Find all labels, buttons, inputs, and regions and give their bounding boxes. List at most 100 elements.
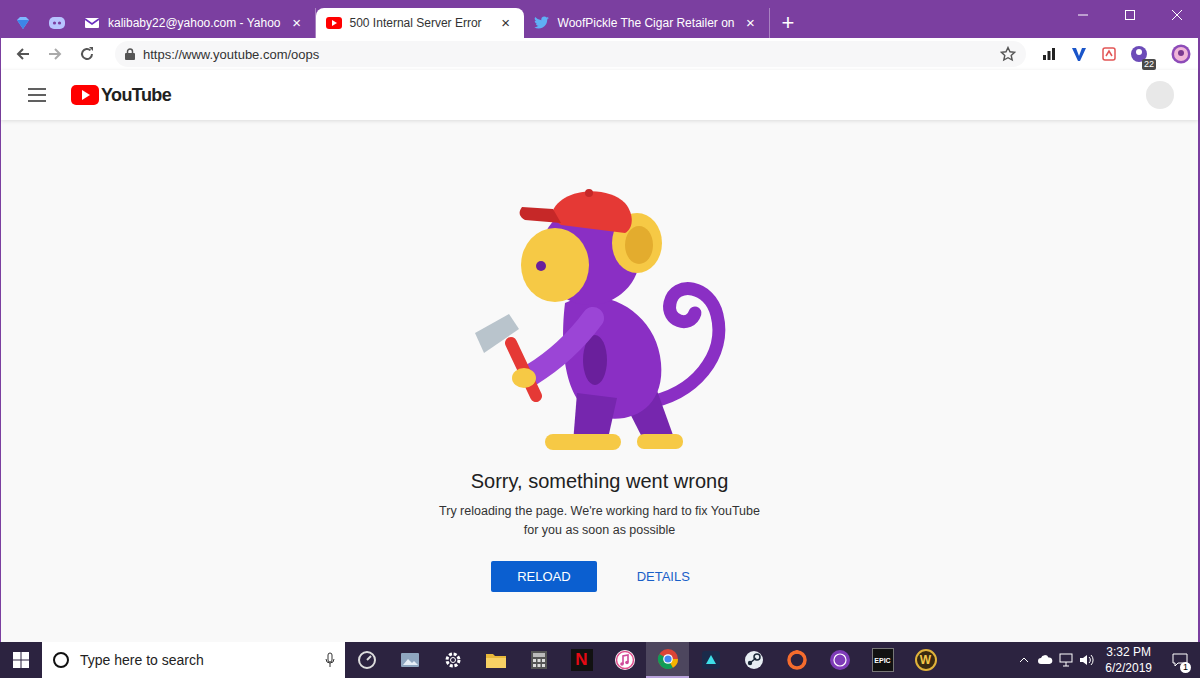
photos-app-button[interactable] [388, 642, 431, 678]
tab-title: WoofPickle The Cigar Retailer on [558, 16, 735, 30]
search-placeholder[interactable]: Type here to search [80, 652, 315, 668]
vee-icon [1071, 46, 1087, 62]
clock-time: 3:32 PM [1105, 644, 1152, 660]
error-title: Sorry, something went wrong [471, 470, 729, 493]
maximize-button[interactable] [1106, 0, 1153, 30]
launcher-icon [700, 649, 722, 671]
start-button[interactable] [0, 642, 42, 678]
tab-title: 500 Internal Server Error [350, 16, 490, 30]
explorer-icon [485, 651, 507, 669]
clock[interactable]: 3:32 PM6/2/2019 [1097, 644, 1160, 676]
browser-tab[interactable]: kalibaby22@yahoo.com - Yahoo × [74, 8, 316, 38]
extension-button[interactable]: 22 [1128, 43, 1150, 65]
pinned-tab[interactable] [40, 8, 74, 38]
tab-close-button[interactable]: × [289, 15, 305, 31]
menu-button[interactable] [23, 81, 51, 109]
onedrive-button[interactable] [1034, 642, 1055, 678]
twitter-icon [534, 16, 550, 30]
extension-button[interactable] [1098, 43, 1120, 65]
netflix-app-button[interactable]: N [560, 642, 603, 678]
lock-icon [125, 48, 135, 60]
tab-close-button[interactable]: × [743, 15, 759, 31]
show-hidden-icons-button[interactable] [1013, 642, 1034, 678]
taskbar-search[interactable]: Type here to search [42, 642, 345, 678]
tab-close-button[interactable]: × [498, 15, 514, 31]
forward-button[interactable] [41, 40, 69, 68]
details-button[interactable]: DETAILS [619, 561, 708, 592]
taskbar: Type here to search N EPIC W 3:32 PM6/2/2019… [0, 642, 1200, 678]
tab-strip: kalibaby22@yahoo.com - Yahoo×500 Interna… [0, 0, 1200, 38]
address-bar[interactable]: https://www.youtube.com/oops [115, 41, 1026, 67]
steam-icon [743, 649, 765, 671]
button-label: RELOAD [517, 569, 570, 584]
new-tab-button[interactable]: + [770, 8, 807, 38]
account-avatar[interactable] [1146, 81, 1174, 109]
youtube-header: YouTube [1, 70, 1198, 120]
gauge-icon [356, 649, 378, 671]
browser-tab[interactable]: 500 Internal Server Error × [316, 8, 524, 38]
address-text[interactable]: https://www.youtube.com/oops [143, 47, 992, 62]
epic-icon: EPIC [872, 648, 894, 672]
red-extension-icon [1101, 46, 1117, 62]
itunes-app-button[interactable] [603, 642, 646, 678]
chrome-icon [657, 648, 679, 670]
reload-button[interactable]: RELOAD [491, 561, 596, 592]
star-icon[interactable] [1000, 46, 1016, 62]
microphone-icon[interactable] [325, 652, 335, 668]
itunes-icon [614, 649, 636, 671]
message-line: for you as soon as possible [439, 521, 760, 540]
gauge-app-button[interactable] [345, 642, 388, 678]
profile-button[interactable] [1170, 43, 1192, 65]
back-arrow-icon [15, 46, 31, 62]
wow-app-button[interactable]: W [904, 642, 947, 678]
calculator-app-button[interactable] [517, 642, 560, 678]
gog-app-button[interactable] [818, 642, 861, 678]
clock-date: 6/2/2019 [1105, 660, 1152, 676]
action-center-button[interactable]: 1 [1160, 642, 1200, 678]
profile-avatar-icon [1171, 44, 1191, 64]
network-button[interactable] [1055, 642, 1076, 678]
gem-icon [15, 15, 31, 31]
yahoo-icon [84, 16, 100, 30]
pinned-tab[interactable] [6, 8, 40, 38]
close-icon [1172, 10, 1182, 20]
youtube-logo[interactable]: YouTube [71, 85, 171, 106]
volume-button[interactable] [1076, 642, 1097, 678]
system-tray: 3:32 PM6/2/2019 1 [1013, 642, 1200, 678]
minimize-button[interactable] [1059, 0, 1106, 30]
calculator-icon [530, 650, 548, 670]
hamburger-icon [28, 88, 46, 102]
youtube-play-icon [71, 85, 99, 105]
extensions: 22 [1038, 43, 1192, 65]
window-controls [1059, 0, 1200, 30]
chrome-app-button[interactable] [646, 642, 689, 678]
logo-text: YouTube [101, 85, 171, 106]
error-message: Try reloading the page. We're working ha… [439, 502, 760, 540]
tab-title: kalibaby22@yahoo.com - Yahoo [108, 16, 281, 30]
error-actions: RELOAD DETAILS [491, 561, 708, 592]
launcher-app-button[interactable] [689, 642, 732, 678]
minimize-icon [1078, 10, 1088, 20]
close-window-button[interactable] [1153, 0, 1200, 30]
photos-icon [399, 650, 421, 670]
chevron-up-icon [1019, 657, 1029, 663]
extension-button[interactable] [1068, 43, 1090, 65]
windows-icon [13, 652, 29, 668]
reload-button[interactable] [73, 40, 101, 68]
back-button[interactable] [9, 40, 37, 68]
steam-app-button[interactable] [732, 642, 775, 678]
notification-badge: 1 [1180, 662, 1191, 673]
browser-tab[interactable]: WoofPickle The Cigar Retailer on × [524, 8, 770, 38]
netflix-icon: N [571, 649, 593, 671]
origin-app-button[interactable] [775, 642, 818, 678]
cloud-icon [1037, 655, 1053, 665]
extension-badge: 22 [1142, 59, 1156, 70]
extension-button[interactable] [1038, 43, 1060, 65]
browser-viewport: https://www.youtube.com/oops 22 YouTube Sor… [1, 38, 1198, 642]
gog-icon [829, 649, 851, 671]
explorer-app-button[interactable] [474, 642, 517, 678]
epic-app-button[interactable]: EPIC [861, 642, 904, 678]
wow-icon: W [915, 649, 937, 671]
settings-app-button[interactable] [431, 642, 474, 678]
maximize-icon [1125, 10, 1135, 20]
